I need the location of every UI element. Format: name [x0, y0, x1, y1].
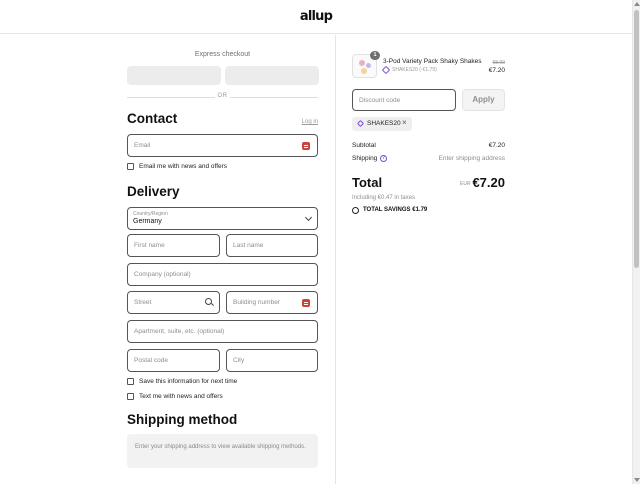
street-field[interactable]: Street [127, 291, 220, 314]
login-link[interactable]: Log in [302, 119, 318, 125]
checkout-page: allup Express checkout OR Contact Log in… [0, 0, 640, 484]
chevron-down-icon [304, 213, 313, 222]
subtotal-value: €7.20 [488, 142, 505, 149]
total-savings: TOTAL SAVINGS €1.79 [363, 207, 428, 213]
street-placeholder: Street [134, 299, 152, 306]
shipping-method-heading: Shipping method [127, 412, 238, 427]
search-icon[interactable] [205, 298, 212, 305]
company-field[interactable]: Company (optional) [127, 263, 318, 286]
building-number-field[interactable]: Building number [226, 291, 318, 314]
city-field[interactable]: City [226, 349, 318, 372]
autofill-icon[interactable] [302, 142, 310, 150]
product-image-dot [366, 63, 371, 68]
subtotal-label: Subtotal [352, 142, 376, 149]
product-original-price: €8.99 [492, 60, 505, 66]
taxes-note: Including €0.47 in taxes [352, 195, 416, 201]
express-pay-button-1[interactable] [127, 66, 221, 85]
scrollbar[interactable] [632, 0, 640, 484]
express-pay-button-2[interactable] [225, 66, 319, 85]
apply-button[interactable]: Apply [462, 89, 505, 111]
postal-code-placeholder: Postal code [134, 357, 168, 364]
currency-code: EUR [460, 181, 471, 187]
city-placeholder: City [233, 357, 245, 364]
email-placeholder: Email [134, 142, 151, 149]
shipping-notice-text: Enter your shipping address to view avai… [135, 444, 306, 450]
scroll-down-icon[interactable] [634, 478, 640, 482]
product-name: 3-Pod Variety Pack Shaky Shakes [383, 58, 482, 65]
product-image-dot [361, 68, 367, 74]
scroll-up-icon[interactable] [634, 2, 640, 6]
delivery-heading: Delivery [127, 184, 180, 199]
header: allup [0, 0, 632, 34]
country-value: Germany [133, 218, 162, 225]
email-field[interactable]: Email [127, 134, 318, 157]
express-checkout-title: Express checkout [194, 51, 251, 58]
last-name-field[interactable]: Last name [226, 234, 318, 257]
applied-code: SHAKES20 [367, 120, 401, 127]
total-value: €7.20 [472, 175, 505, 190]
total-label: Total [352, 175, 383, 190]
quantity-badge: 1 [370, 51, 380, 60]
savings-icon [352, 207, 359, 214]
last-name-placeholder: Last name [233, 242, 264, 249]
help-icon[interactable]: ? [380, 155, 387, 162]
tag-icon [356, 119, 365, 128]
newsletter-checkbox[interactable] [127, 163, 134, 170]
text-me-checkbox[interactable] [127, 393, 134, 400]
first-name-placeholder: First name [134, 242, 165, 249]
autofill-icon[interactable] [302, 299, 310, 307]
country-label: Country/Region [133, 211, 168, 217]
contact-heading: Contact [127, 111, 178, 126]
close-icon[interactable]: × [402, 118, 407, 127]
text-me-label: Text me with news and offers [139, 393, 223, 400]
discount-code-field[interactable]: Discount code [352, 89, 456, 111]
product-image-dot [359, 60, 365, 66]
apartment-placeholder: Apartment, suite, etc. (optional) [134, 328, 225, 335]
company-placeholder: Company (optional) [134, 271, 191, 278]
brand-logo[interactable]: allup [0, 9, 632, 24]
or-separator: OR [217, 93, 228, 99]
country-select[interactable]: Country/Region Germany [127, 207, 318, 230]
save-info-label: Save this information for next time [139, 378, 238, 385]
product-discount: SHAKES20 (-€1.79) [392, 67, 437, 73]
first-name-field[interactable]: First name [127, 234, 220, 257]
save-info-checkbox[interactable] [127, 378, 134, 385]
newsletter-label: Email me with news and offers [139, 163, 228, 170]
applied-discount-chip: SHAKES20 × [352, 117, 412, 131]
apartment-field[interactable]: Apartment, suite, etc. (optional) [127, 320, 318, 343]
shipping-label: Shipping [352, 155, 378, 162]
postal-code-field[interactable]: Postal code [127, 349, 220, 372]
shipping-method-notice: Enter your shipping address to view avai… [127, 434, 318, 468]
product-price: €7.20 [488, 67, 505, 74]
building-number-placeholder: Building number [233, 299, 280, 306]
discount-code-placeholder: Discount code [359, 97, 401, 104]
shipping-value: Enter shipping address [438, 155, 506, 162]
scroll-thumb[interactable] [634, 10, 639, 268]
